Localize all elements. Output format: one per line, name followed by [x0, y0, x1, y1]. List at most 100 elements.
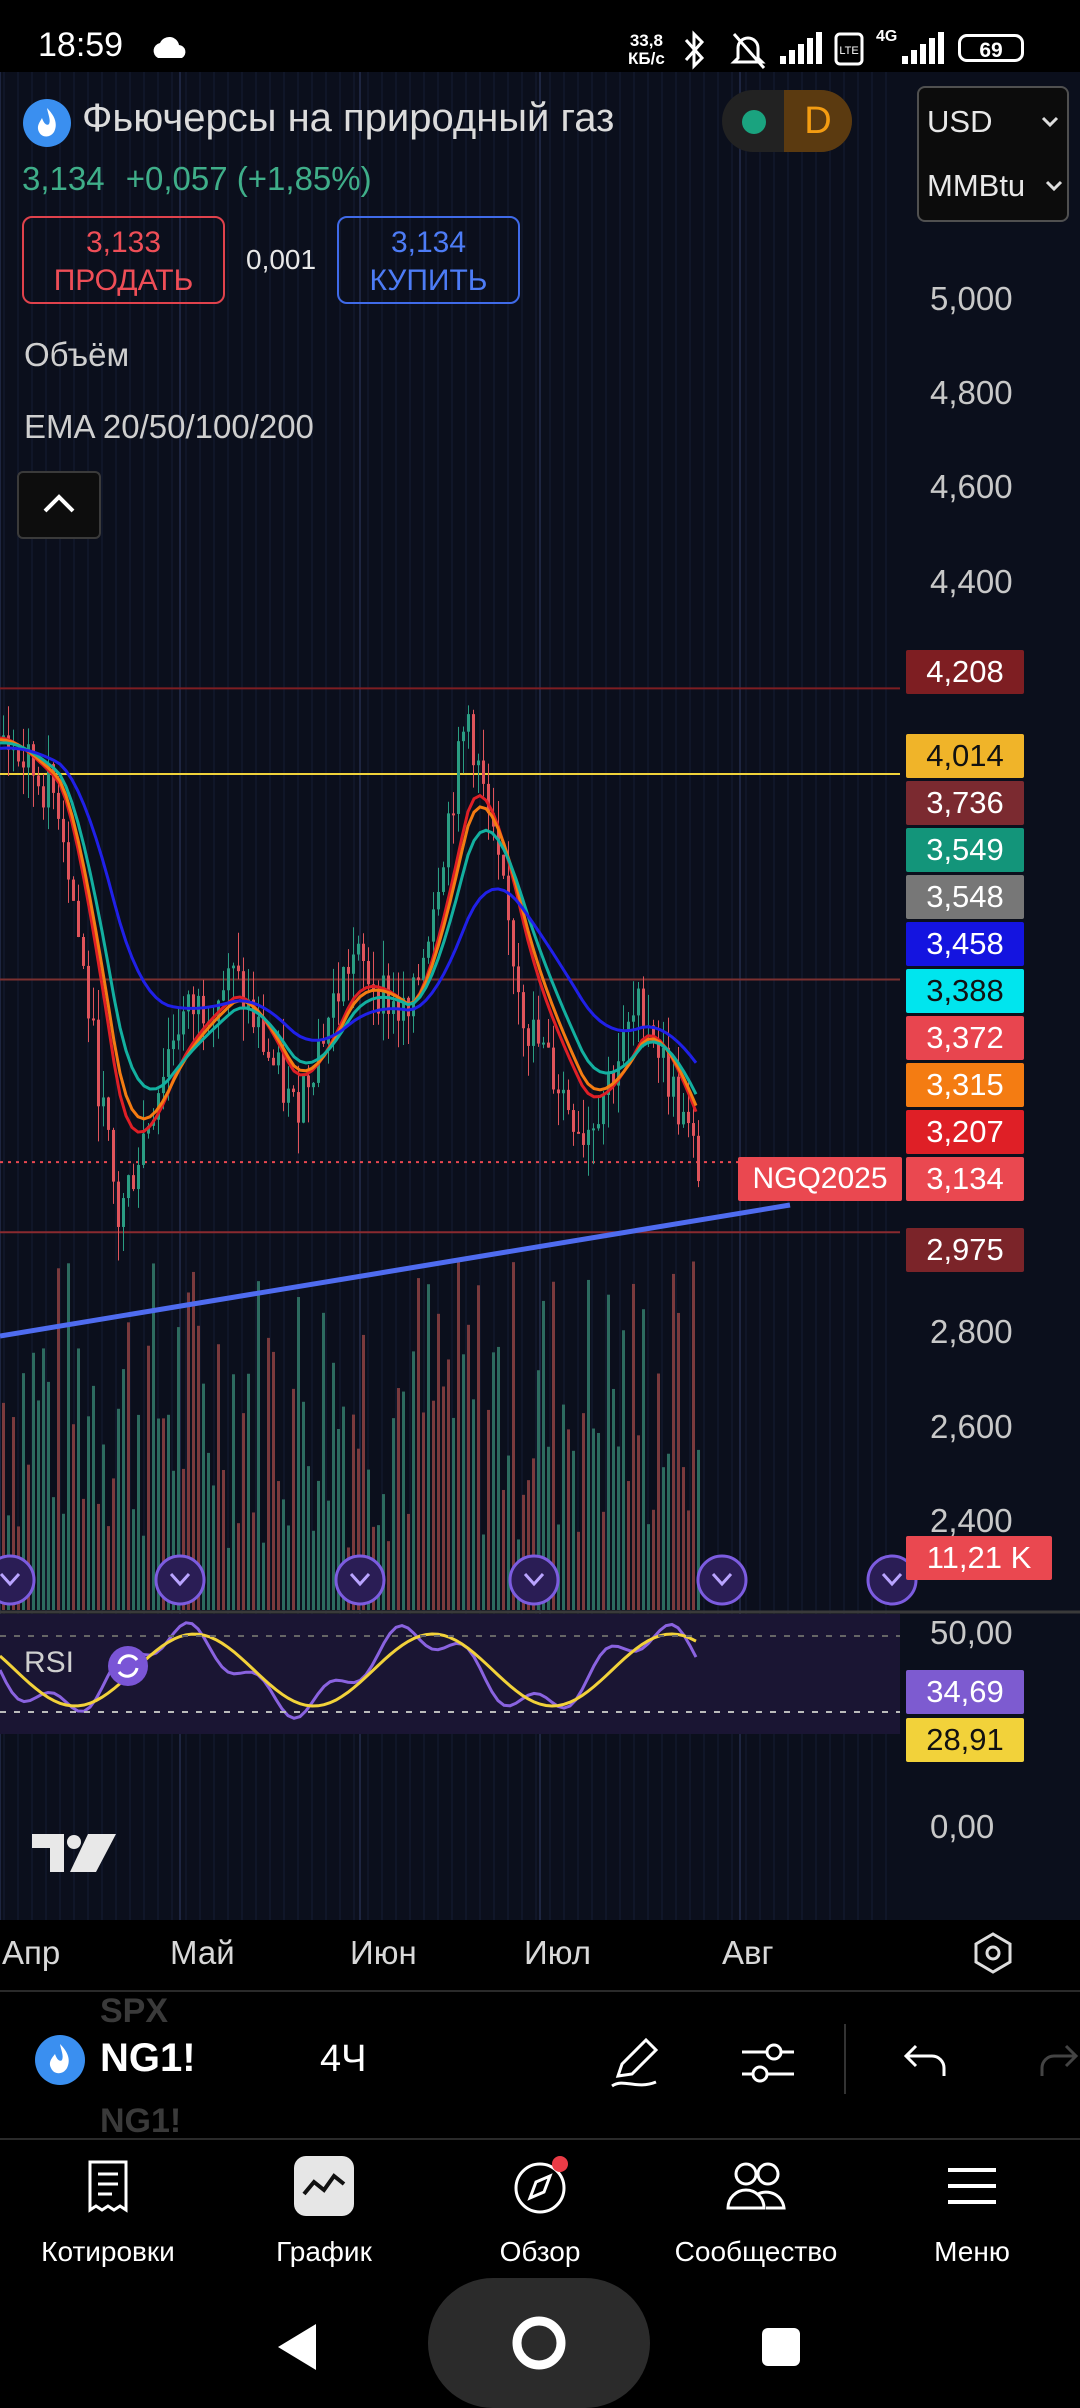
buy-button[interactable]: 3,134 КУПИТЬ — [337, 216, 520, 304]
candle-body — [327, 1017, 330, 1044]
tradingview-logo — [32, 1834, 116, 1872]
currency-value[interactable]: USD — [927, 104, 992, 140]
symbol-selector[interactable]: NG1! — [100, 2036, 196, 2081]
sell-price: 3,133 — [85, 226, 162, 259]
volume-indicator-label[interactable]: Объём — [24, 336, 129, 374]
currency-unit-selector[interactable]: USD MMBtu — [917, 86, 1069, 222]
undo-icon[interactable] — [902, 2038, 950, 2082]
ema-badge: 3,388 — [906, 969, 1024, 1013]
instrument-title[interactable]: Фьючерсы на природный газ — [82, 96, 614, 141]
volume-bar — [42, 1348, 45, 1610]
community-icon — [726, 2162, 786, 2210]
redo-icon[interactable] — [1040, 2038, 1080, 2082]
candle-body — [447, 813, 450, 868]
ema-badge: 3,372 — [906, 1016, 1024, 1060]
nav-menu[interactable]: Меню — [864, 2140, 1080, 2280]
candle-body — [397, 1001, 400, 1021]
candle-body — [582, 1133, 585, 1145]
settings-hex-icon[interactable] — [970, 1930, 1016, 1976]
volume-bar — [432, 1400, 435, 1610]
candle-body — [267, 1051, 270, 1058]
drawing-pen-icon[interactable] — [606, 2032, 666, 2092]
volume-bar — [62, 1513, 65, 1610]
volume-bar — [397, 1388, 400, 1610]
candle-body — [97, 1019, 100, 1107]
volume-bar — [672, 1273, 675, 1610]
candle-body — [367, 961, 370, 985]
volume-bar — [592, 1428, 595, 1610]
candle-body — [57, 792, 60, 819]
candle-body — [542, 1042, 545, 1045]
interval-selector[interactable]: 4Ч — [320, 2038, 366, 2081]
volume-bar — [247, 1373, 250, 1610]
candle-body — [622, 1029, 625, 1062]
volume-bar — [272, 1351, 275, 1610]
volume-bar — [387, 1541, 390, 1610]
volume-bar — [692, 1261, 695, 1610]
candle-body — [407, 997, 410, 1017]
volume-bar — [82, 1498, 85, 1610]
nav-chart[interactable]: График — [216, 2140, 432, 2280]
sell-button[interactable]: 3,133 ПРОДАТЬ — [22, 216, 225, 304]
volume-bar — [277, 1481, 280, 1610]
candle-body — [137, 1164, 140, 1190]
home-button[interactable] — [428, 2278, 650, 2408]
volume-bar — [107, 1526, 110, 1610]
volume-bar — [217, 1344, 220, 1610]
candle-body — [357, 943, 360, 955]
indicators-sliders-icon[interactable] — [738, 2034, 798, 2090]
candle-body — [237, 965, 240, 972]
volume-bar — [642, 1309, 645, 1610]
price-axis-label: 5,000 — [930, 280, 1013, 317]
level-badge: 3,548 — [906, 875, 1024, 919]
ema-indicator-label[interactable]: EMA 20/50/100/200 — [24, 408, 314, 446]
candle-body — [677, 1076, 680, 1125]
candle-body — [502, 854, 505, 876]
nav-overview[interactable]: Обзор — [432, 2140, 648, 2280]
volume-bar — [477, 1285, 480, 1610]
collapse-indicators-button[interactable] — [17, 471, 101, 539]
nav-community[interactable]: Сообщество — [648, 2140, 864, 2280]
recents-icon[interactable] — [760, 2326, 802, 2368]
volume-bar — [572, 1450, 575, 1610]
volume-bar — [417, 1278, 420, 1610]
volume-bar — [302, 1401, 305, 1610]
nav-quotes[interactable]: Котировки — [0, 2140, 216, 2280]
market-open-dot — [742, 110, 766, 134]
candle-body — [692, 1123, 695, 1136]
volume-bar — [567, 1429, 570, 1610]
event-marker — [508, 1554, 560, 1606]
refresh-icon[interactable] — [106, 1644, 150, 1688]
price-change-pct: (+1,85%) — [236, 160, 372, 197]
bluetooth-icon — [684, 30, 705, 70]
ema-badge: 3,315 — [906, 1063, 1024, 1107]
level-badge: 4,014 — [906, 734, 1024, 778]
candle-body — [432, 909, 435, 942]
candle-body — [592, 1128, 595, 1131]
time-axis-label: Апр — [2, 1934, 61, 1971]
volume-bar — [212, 1485, 215, 1610]
volume-bar — [682, 1467, 685, 1610]
time-axis-label: Июл — [524, 1934, 591, 1971]
market-status-pill[interactable]: D — [722, 90, 852, 152]
last-price-badge: 3,134 — [906, 1157, 1024, 1201]
bottom-navigation: Котировки График Обзор Сообщество Меню — [0, 2138, 1080, 2280]
candle-body — [22, 761, 25, 768]
candle-body — [512, 920, 515, 967]
candle-body — [627, 1021, 630, 1030]
volume-bar — [137, 1414, 140, 1610]
buy-price: 3,134 — [390, 226, 467, 259]
candle-body — [122, 1198, 125, 1227]
candle-body — [467, 714, 470, 732]
price-change: +0,057 — [125, 160, 228, 197]
buy-label: КУПИТЬ — [369, 264, 488, 297]
candle-body — [697, 1135, 700, 1182]
network-speed: 33,8 КБ/с — [628, 32, 665, 68]
back-icon[interactable] — [272, 2320, 322, 2374]
volume-bar — [282, 1499, 285, 1610]
volume-bar — [612, 1388, 615, 1610]
unit-value[interactable]: MMBtu — [927, 168, 1025, 204]
volume-bar — [637, 1435, 640, 1610]
candle-body — [522, 992, 525, 1029]
price-axis-label: 4,800 — [930, 374, 1013, 411]
